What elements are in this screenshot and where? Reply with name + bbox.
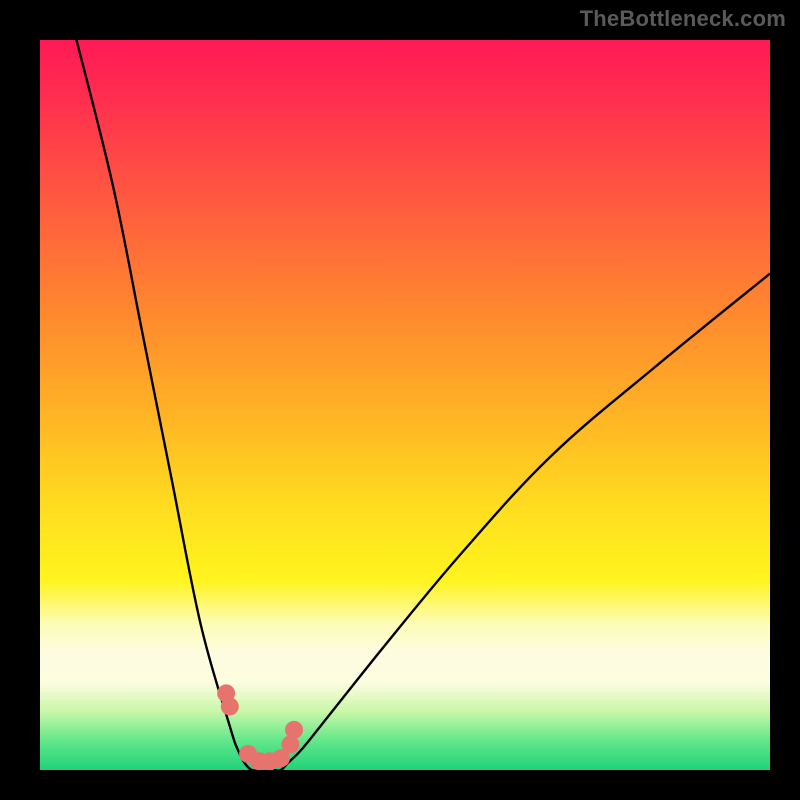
left-curve bbox=[77, 40, 260, 771]
right-curve bbox=[274, 274, 770, 771]
data-point bbox=[285, 721, 303, 739]
curves-svg bbox=[40, 40, 770, 770]
watermark-text: TheBottleneck.com bbox=[580, 6, 786, 32]
plot-area bbox=[40, 40, 770, 770]
data-point bbox=[221, 697, 239, 715]
chart-frame: TheBottleneck.com bbox=[0, 0, 800, 800]
